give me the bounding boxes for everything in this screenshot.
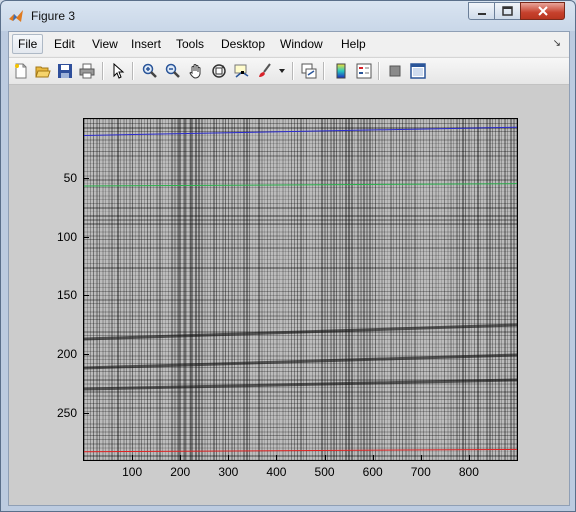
hand-icon — [189, 64, 201, 79]
y-tick — [84, 177, 89, 179]
dock-arrow-icon[interactable]: ↘ — [553, 38, 561, 49]
y-tick-label: 150 — [56, 288, 77, 303]
menu-edit[interactable]: Edit — [49, 35, 80, 53]
pan-button[interactable] — [186, 61, 206, 81]
x-tick — [132, 455, 134, 460]
maximize-button[interactable] — [494, 2, 521, 20]
insert-colorbar-button[interactable] — [331, 61, 351, 81]
save-figure-button[interactable] — [55, 61, 75, 81]
y-tick — [84, 236, 89, 238]
image-texture — [84, 119, 517, 460]
close-icon — [537, 6, 548, 16]
menu-file[interactable]: File — [12, 34, 44, 54]
zoom-in-button[interactable] — [140, 61, 160, 81]
y-tick — [84, 354, 89, 356]
figure-client: File Edit View Insert Tools Desktop Wind… — [8, 31, 570, 506]
x-tick-label: 300 — [218, 465, 239, 479]
y-tick — [84, 295, 89, 297]
open-file-button[interactable] — [33, 61, 53, 81]
x-tick — [228, 455, 230, 460]
title-bar[interactable]: Figure 3 — [1, 1, 575, 31]
link-plot-button[interactable] — [299, 61, 319, 81]
x-tick-label: 400 — [266, 465, 287, 479]
y-tick-label: 50 — [63, 170, 77, 185]
menu-tools[interactable]: Tools — [171, 35, 209, 53]
x-tick — [468, 455, 470, 460]
x-tick — [180, 455, 182, 460]
maximize-icon — [502, 6, 513, 16]
print-figure-button[interactable] — [77, 61, 97, 81]
y-tick-label: 250 — [56, 405, 77, 420]
figure-toolbar — [9, 57, 569, 85]
window-title: Figure 3 — [31, 9, 76, 23]
link-plot-icon — [301, 63, 317, 79]
save-icon — [58, 64, 72, 78]
x-tick-label: 800 — [458, 465, 479, 479]
x-tick-label: 200 — [170, 465, 191, 479]
edit-plot-button[interactable] — [108, 61, 128, 81]
matlab-icon — [9, 10, 23, 22]
brush-icon — [259, 63, 271, 77]
printer-icon — [79, 63, 95, 79]
zoom-out-icon — [165, 63, 180, 78]
x-tick-label: 700 — [410, 465, 431, 479]
brush-menu-button[interactable] — [277, 61, 287, 81]
x-tick — [276, 455, 278, 460]
y-tick-label: 200 — [56, 347, 77, 362]
zoom-in-icon — [142, 63, 157, 78]
new-file-icon — [15, 63, 27, 79]
menu-bar: File Edit View Insert Tools Desktop Wind… — [9, 32, 569, 56]
folder-open-icon — [35, 66, 51, 78]
x-tick-label: 500 — [314, 465, 335, 479]
data-cursor-button[interactable] — [232, 61, 252, 81]
rotate-3d-icon — [212, 64, 226, 78]
brush-button[interactable] — [255, 61, 275, 81]
minimize-button[interactable] — [468, 2, 495, 20]
arrow-pointer-icon — [113, 63, 125, 79]
plot-axes[interactable] — [83, 118, 518, 461]
zoom-out-button[interactable] — [163, 61, 183, 81]
x-tick — [324, 455, 326, 460]
rotate-3d-button[interactable] — [209, 61, 229, 81]
minimize-icon — [477, 13, 486, 15]
menu-insert[interactable]: Insert — [126, 35, 166, 53]
hide-plot-tools-icon — [389, 65, 401, 77]
x-tick — [420, 455, 422, 460]
show-plot-tools-icon — [410, 63, 426, 79]
x-tick-label: 600 — [362, 465, 383, 479]
menu-window[interactable]: Window — [275, 35, 328, 53]
hide-plot-tools-button[interactable] — [385, 61, 405, 81]
insert-legend-button[interactable] — [354, 61, 374, 81]
image-plot — [84, 119, 517, 460]
close-button[interactable] — [520, 2, 565, 20]
x-tick-label: 100 — [122, 465, 143, 479]
legend-icon — [356, 63, 372, 79]
figure-canvas[interactable]: 50 100 150 200 250 100 200 300 400 500 600 700 800 — [9, 85, 569, 505]
new-figure-button[interactable] — [11, 61, 31, 81]
colorbar-icon — [336, 63, 346, 79]
chevron-down-icon — [279, 69, 285, 73]
data-cursor-icon — [234, 64, 249, 78]
y-tick — [84, 412, 89, 414]
figure-window: Figure 3 File Edit View Insert Tools Des… — [0, 0, 576, 512]
y-tick-label: 100 — [56, 229, 77, 244]
menu-help[interactable]: Help — [336, 35, 371, 53]
x-tick — [372, 455, 374, 460]
menu-view[interactable]: View — [87, 35, 123, 53]
show-plot-tools-button[interactable] — [408, 61, 428, 81]
menu-desktop[interactable]: Desktop — [216, 35, 270, 53]
